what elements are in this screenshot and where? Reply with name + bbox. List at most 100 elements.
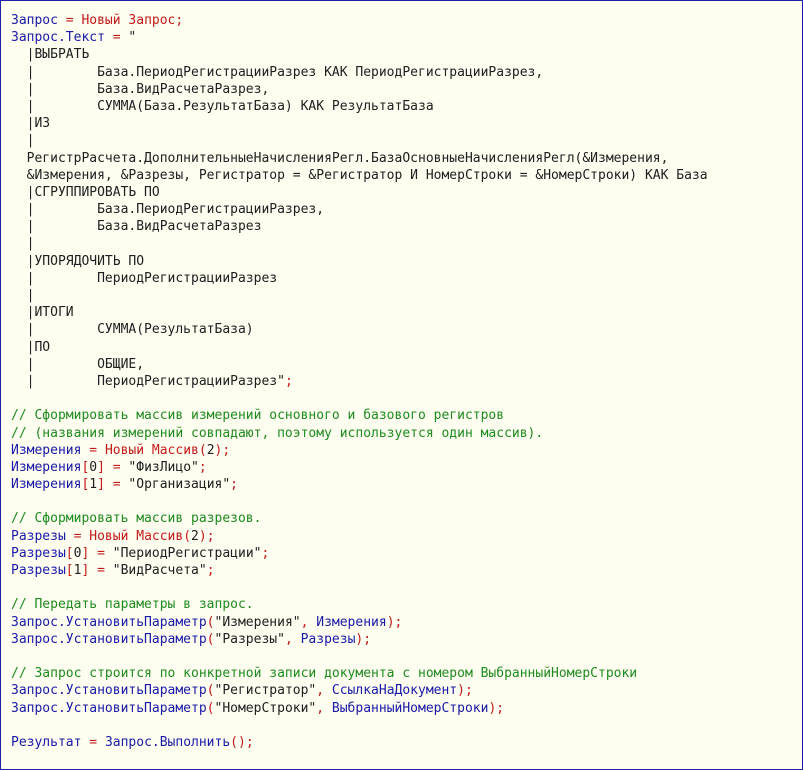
code-token: 0 bbox=[89, 459, 98, 475]
code-line: // (названия измерений совпадают, поэтом… bbox=[11, 425, 708, 442]
code-token: | База.ПериодРегистрацииРазрез КАК Перио… bbox=[11, 64, 544, 80]
code-line: |СГРУППИРОВАТЬ ПО bbox=[11, 184, 708, 201]
code-token: ); bbox=[214, 442, 231, 458]
code-token: = bbox=[104, 459, 129, 475]
code-line: | База.ВидРасчетаРазрез, bbox=[11, 81, 708, 98]
code-line: | База.ВидРасчетаРазрез bbox=[11, 218, 708, 235]
code-line: Разрезы[0] = "ПериодРегистрации"; bbox=[11, 545, 708, 562]
code-token: Измерения bbox=[11, 459, 82, 475]
code-line: | База.ПериодРегистрацииРазрез КАК Перио… bbox=[11, 64, 708, 81]
code-line: | bbox=[11, 235, 708, 252]
code-line: // Передать параметры в запрос. bbox=[11, 596, 708, 613]
code-line: Разрезы = Новый Массив(2); bbox=[11, 528, 708, 545]
code-token: |ВЫБРАТЬ bbox=[11, 47, 90, 63]
code-token: | База.ВидРасчетаРазрез bbox=[11, 219, 262, 235]
code-token: | СУММА(РезультатБаза) bbox=[11, 322, 254, 338]
code-token: Новый bbox=[89, 528, 129, 544]
code-token: 2 bbox=[191, 528, 199, 544]
code-token: [ bbox=[65, 563, 74, 578]
code-token: | bbox=[11, 236, 35, 252]
code-token: , bbox=[316, 683, 332, 699]
code-token: | База.ВидРасчетаРазрез, bbox=[11, 81, 270, 97]
code-token: | СУММА(База.РезультатБаза) КАК Результа… bbox=[11, 98, 434, 114]
code-editor[interactable]: Запрос = Новый Запрос; Запрос.Текст = " |… bbox=[0, 0, 803, 770]
code-token: | ПериодРегистрацииРазрез" bbox=[11, 373, 285, 389]
code-line: |ИЗ bbox=[11, 115, 708, 132]
code-line: Измерения[0] = "ФизЛицо"; bbox=[11, 459, 708, 476]
code-token: = bbox=[89, 563, 113, 578]
code-token: = bbox=[104, 477, 129, 493]
code-token: = bbox=[57, 13, 82, 28]
code-token: "Измерения" bbox=[214, 614, 301, 630]
code-token: Разрезы bbox=[11, 545, 66, 561]
code-token: Массив bbox=[136, 528, 184, 544]
code-line: | СУММА(База.РезультатБаза) КАК Результа… bbox=[11, 98, 708, 115]
code-token: , bbox=[284, 631, 301, 647]
code-token: | ОБЩИЕ, bbox=[11, 356, 145, 372]
code-token: "ВидРасчета" bbox=[112, 563, 207, 578]
code-line: // Сформировать массив измерений основно… bbox=[11, 407, 708, 424]
code-token: ); bbox=[488, 700, 505, 716]
code-token: Массив bbox=[151, 442, 199, 458]
code-token: "Организация" bbox=[128, 477, 231, 493]
code-token: ; bbox=[284, 373, 293, 389]
code-line: // Сформировать массив разрезов. bbox=[11, 510, 708, 527]
code-area[interactable]: Запрос = Новый Запрос; Запрос.Текст = " |… bbox=[11, 12, 708, 751]
code-line: |ИТОГИ bbox=[11, 304, 708, 321]
code-line: | ПериодРегистрацииРазрез bbox=[11, 270, 708, 287]
code-token: ВыбранныйНомерСтроки bbox=[331, 700, 489, 716]
code-token: Запрос.УстановитьПараметр bbox=[11, 683, 207, 699]
code-line: Результат = Запрос.Выполнить(); bbox=[11, 734, 708, 751]
code-token: ; bbox=[230, 477, 238, 493]
code-token: = bbox=[81, 734, 105, 750]
code-token: Запрос bbox=[128, 13, 176, 28]
code-token: Разрезы bbox=[11, 528, 66, 544]
code-line: |УПОРЯДОЧИТЬ ПО bbox=[11, 253, 708, 270]
code-token: ); bbox=[386, 614, 403, 630]
code-token: ; bbox=[261, 545, 270, 561]
code-token: // Сформировать массив разрезов. bbox=[11, 511, 262, 527]
code-token: ( bbox=[206, 683, 215, 699]
code-token: // Запрос строится по конкретной записи … bbox=[11, 666, 638, 682]
code-token: = bbox=[89, 545, 113, 561]
code-token: ] bbox=[97, 459, 105, 475]
code-token: |СГРУППИРОВАТЬ ПО bbox=[11, 184, 160, 200]
code-line: Запрос.Текст = " bbox=[11, 29, 708, 46]
code-line: | СУММА(РезультатБаза) bbox=[11, 321, 708, 338]
code-token: Новый bbox=[81, 13, 121, 28]
code-token: = bbox=[81, 442, 105, 458]
code-token: ; bbox=[175, 13, 184, 28]
code-line: | ПериодРегистрацииРазрез"; bbox=[11, 373, 708, 390]
code-token: ( bbox=[206, 631, 215, 647]
code-line: Запрос = Новый Запрос; bbox=[11, 12, 708, 29]
code-line: | bbox=[11, 287, 708, 304]
code-token: ); bbox=[198, 528, 215, 544]
code-line: РегистрРасчета.ДополнительныеНачисленияР… bbox=[11, 150, 708, 167]
code-token: ( bbox=[206, 700, 215, 716]
code-token: Запрос.Текст bbox=[11, 30, 105, 46]
code-token: "ПериодРегистрации" bbox=[112, 545, 262, 561]
code-token: 2 bbox=[206, 442, 215, 458]
code-line: Запрос.УстановитьПараметр("Разрезы", Раз… bbox=[11, 631, 708, 648]
code-token: Результат bbox=[11, 734, 82, 750]
code-token: | bbox=[11, 133, 35, 149]
code-line: Запрос.УстановитьПараметр("Регистратор",… bbox=[11, 682, 708, 699]
code-token: "Разрезы" bbox=[214, 631, 285, 647]
code-token: |ИЗ bbox=[11, 116, 51, 132]
code-token: , bbox=[316, 700, 332, 716]
code-line: |ПО bbox=[11, 339, 708, 356]
code-line: Разрезы[1] = "ВидРасчета"; bbox=[11, 562, 708, 579]
code-token: ); bbox=[355, 631, 372, 647]
code-token: " bbox=[128, 30, 137, 46]
code-token: // Сформировать массив измерений основно… bbox=[11, 408, 505, 424]
code-token: Измерения bbox=[11, 442, 82, 458]
code-token: "ФизЛицо" bbox=[128, 459, 199, 475]
code-token: "НомерСтроки" bbox=[214, 700, 317, 716]
code-token: |ИТОГИ bbox=[11, 305, 74, 321]
code-token: = bbox=[104, 30, 129, 46]
code-token: |ПО bbox=[11, 339, 51, 355]
code-token: Запрос.УстановитьПараметр bbox=[11, 614, 207, 630]
